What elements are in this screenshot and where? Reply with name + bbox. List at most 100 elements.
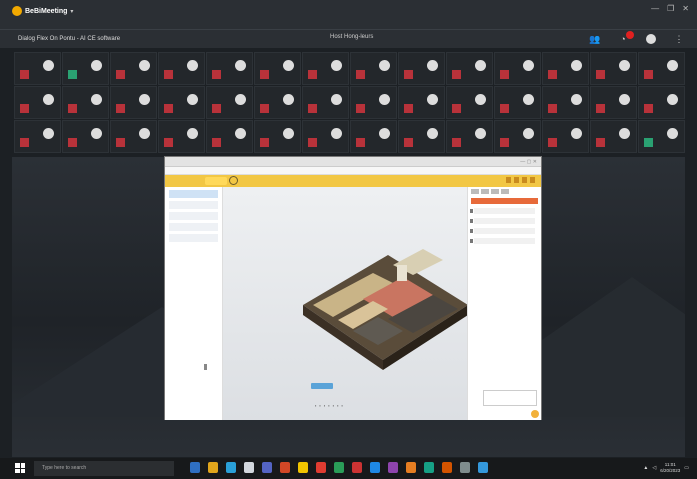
mail-icon[interactable] bbox=[244, 462, 254, 473]
app-icon[interactable] bbox=[316, 462, 326, 473]
chrome-icon[interactable] bbox=[298, 462, 308, 473]
teams-icon[interactable] bbox=[262, 462, 272, 473]
tool-icon[interactable]: ▪ bbox=[333, 403, 334, 408]
participant-tile[interactable] bbox=[206, 52, 253, 85]
maximize-button[interactable]: ❐ bbox=[667, 4, 674, 13]
store-icon[interactable] bbox=[226, 462, 236, 473]
tab-icon[interactable] bbox=[481, 189, 489, 194]
browser-address-bar[interactable] bbox=[165, 167, 541, 175]
participant-tile[interactable] bbox=[590, 86, 637, 119]
app-icon[interactable] bbox=[370, 462, 380, 473]
close-button[interactable]: ✕ bbox=[682, 4, 689, 13]
participant-tile[interactable] bbox=[206, 86, 253, 119]
tree-item[interactable] bbox=[169, 190, 218, 198]
tool-icon[interactable] bbox=[506, 177, 511, 183]
panel-item[interactable] bbox=[470, 228, 535, 234]
network-icon[interactable]: ▲ bbox=[643, 465, 648, 471]
edge-icon[interactable] bbox=[190, 462, 200, 473]
participant-tile[interactable] bbox=[494, 120, 541, 153]
participant-tile[interactable] bbox=[254, 52, 301, 85]
participant-tile[interactable] bbox=[302, 86, 349, 119]
taskbar-clock[interactable]: 11:01 6/20/2023 bbox=[660, 462, 680, 474]
participant-tile[interactable] bbox=[494, 86, 541, 119]
participant-tile[interactable] bbox=[638, 120, 685, 153]
participant-tile[interactable] bbox=[14, 86, 61, 119]
notifications-icon[interactable]: ▭ bbox=[684, 465, 689, 471]
participant-tile[interactable] bbox=[14, 120, 61, 153]
participant-tile[interactable] bbox=[14, 52, 61, 85]
app-icon[interactable] bbox=[334, 462, 344, 473]
participant-tile[interactable] bbox=[110, 52, 157, 85]
app-icon[interactable] bbox=[478, 462, 488, 473]
help-icon[interactable] bbox=[531, 410, 539, 418]
participant-tile[interactable] bbox=[638, 86, 685, 119]
tree-item[interactable] bbox=[169, 223, 218, 231]
tool-icon[interactable] bbox=[522, 177, 527, 183]
app-logo[interactable]: BeBiMeeting ▾ bbox=[12, 6, 73, 16]
participant-tile[interactable] bbox=[62, 52, 109, 85]
tab-icon[interactable] bbox=[491, 189, 499, 194]
participant-tile[interactable] bbox=[398, 120, 445, 153]
participant-tile[interactable] bbox=[110, 86, 157, 119]
shared-screen-window[interactable]: — ▢ ✕ ▪ ▪ ▪ ▪ ▪ ▪ ▪ bbox=[164, 156, 542, 420]
tool-icon[interactable]: ▪ bbox=[328, 403, 329, 408]
minimize-button[interactable]: — bbox=[651, 4, 659, 13]
app-icon[interactable] bbox=[388, 462, 398, 473]
participant-tile[interactable] bbox=[158, 120, 205, 153]
app-icon[interactable] bbox=[442, 462, 452, 473]
tool-icon[interactable]: ▪ bbox=[315, 403, 316, 408]
participant-tile[interactable] bbox=[62, 120, 109, 153]
participant-tile[interactable] bbox=[254, 86, 301, 119]
participant-tile[interactable] bbox=[446, 86, 493, 119]
volume-icon[interactable]: ◁ bbox=[652, 465, 656, 471]
participant-tile[interactable] bbox=[158, 86, 205, 119]
tree-item[interactable] bbox=[169, 212, 218, 220]
collapse-handle[interactable] bbox=[204, 364, 207, 370]
tool-icon[interactable]: ▪ bbox=[319, 403, 320, 408]
taskbar-search-input[interactable]: Type here to search bbox=[34, 461, 174, 476]
tool-icon[interactable] bbox=[530, 177, 535, 183]
tree-item[interactable] bbox=[169, 201, 218, 209]
participant-tile[interactable] bbox=[398, 86, 445, 119]
tab-icon[interactable] bbox=[501, 189, 509, 194]
participant-tile[interactable] bbox=[302, 52, 349, 85]
people-icon[interactable]: 👥 bbox=[589, 33, 601, 45]
file-explorer-icon[interactable] bbox=[208, 462, 218, 473]
avatar[interactable] bbox=[645, 33, 657, 45]
panel-item[interactable] bbox=[470, 238, 535, 244]
participant-tile[interactable] bbox=[350, 86, 397, 119]
tab-icon[interactable] bbox=[471, 189, 479, 194]
participant-tile[interactable] bbox=[62, 86, 109, 119]
panel-item[interactable] bbox=[470, 208, 535, 214]
tool-icon[interactable] bbox=[514, 177, 519, 183]
participant-tile[interactable] bbox=[446, 52, 493, 85]
view-button[interactable] bbox=[311, 383, 333, 389]
participant-tile[interactable] bbox=[158, 52, 205, 85]
tool-icon[interactable]: ▪ bbox=[337, 403, 338, 408]
participant-tile[interactable] bbox=[542, 52, 589, 85]
participant-tile[interactable] bbox=[542, 120, 589, 153]
user-icon[interactable] bbox=[229, 176, 238, 185]
app-icon[interactable] bbox=[460, 462, 470, 473]
chevron-down-icon[interactable]: ▾ bbox=[70, 8, 73, 15]
participant-tile[interactable] bbox=[398, 52, 445, 85]
tool-icon[interactable]: ▪ bbox=[342, 403, 343, 408]
windows-start-icon[interactable] bbox=[15, 463, 25, 473]
app-icon[interactable] bbox=[406, 462, 416, 473]
participant-tile[interactable] bbox=[206, 120, 253, 153]
bell-icon[interactable]: ◔ bbox=[617, 31, 634, 45]
more-icon[interactable]: ⋮ bbox=[673, 33, 685, 45]
participant-tile[interactable] bbox=[350, 52, 397, 85]
participant-tile[interactable] bbox=[446, 120, 493, 153]
office-icon[interactable] bbox=[280, 462, 290, 473]
participant-tile[interactable] bbox=[590, 120, 637, 153]
host-label[interactable]: Host Hong-leurs bbox=[330, 34, 373, 40]
app-icon[interactable] bbox=[352, 462, 362, 473]
3d-model[interactable] bbox=[293, 235, 473, 385]
tool-icon[interactable]: ▪ bbox=[324, 403, 325, 408]
participant-tile[interactable] bbox=[254, 120, 301, 153]
participant-tile[interactable] bbox=[350, 120, 397, 153]
panel-item[interactable] bbox=[470, 218, 535, 224]
participant-tile[interactable] bbox=[638, 52, 685, 85]
3d-viewport[interactable]: ▪ ▪ ▪ ▪ ▪ ▪ ▪ bbox=[223, 187, 469, 420]
